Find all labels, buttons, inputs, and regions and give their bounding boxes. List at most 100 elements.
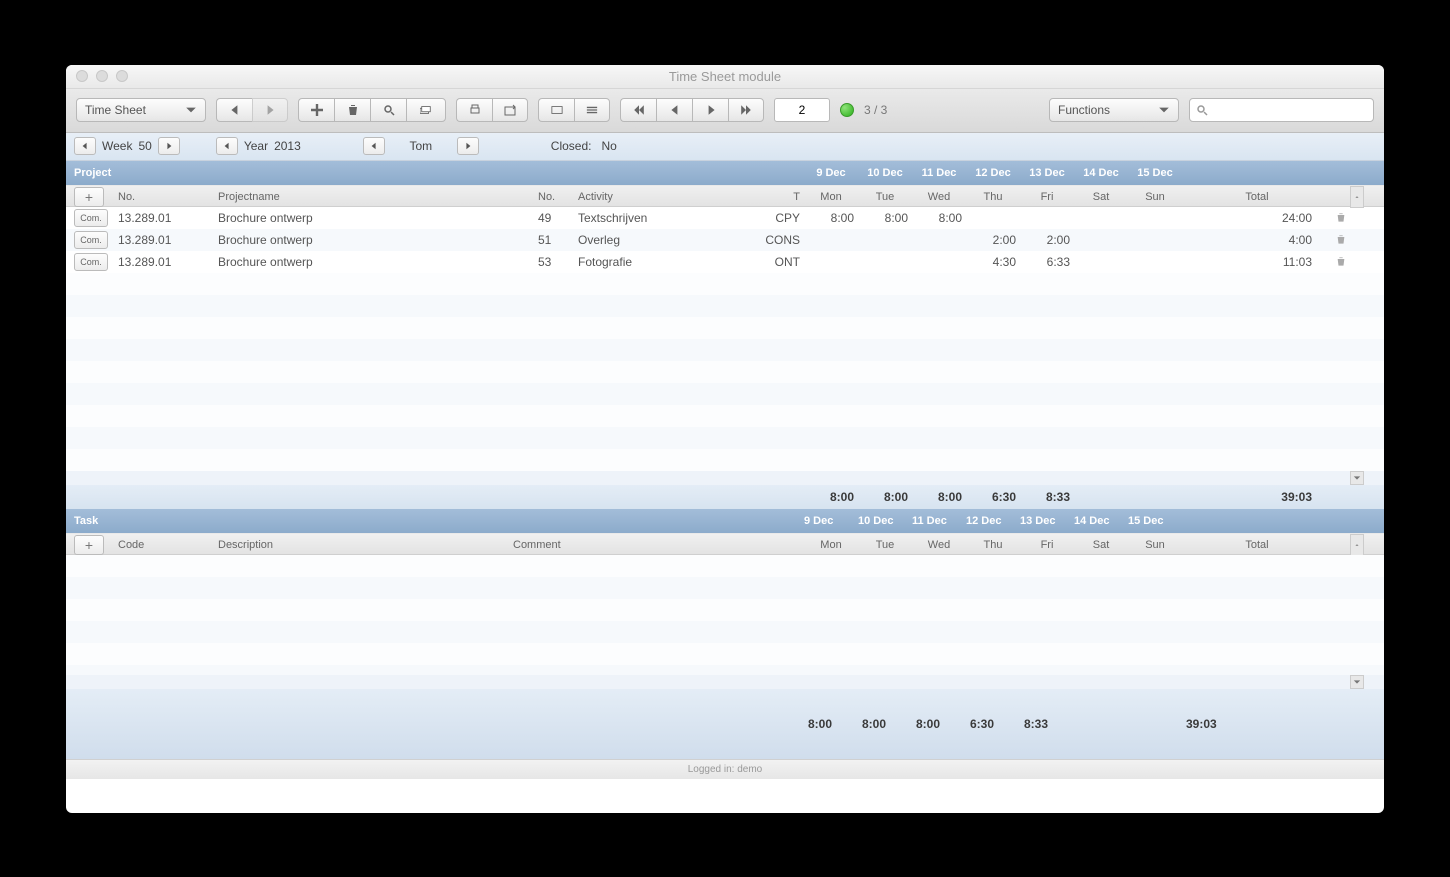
cell-thu[interactable]: 2:00 <box>966 229 1020 251</box>
cell-fri[interactable]: 6:33 <box>1020 251 1074 273</box>
col-day: Fri <box>1020 186 1074 208</box>
view-form-button[interactable] <box>538 98 574 122</box>
cell-total: 24:00 <box>1182 207 1332 229</box>
cell-mon[interactable] <box>804 251 858 273</box>
empty-row <box>66 405 1384 427</box>
date-header: 15 Dec <box>1128 161 1182 185</box>
cell-projectname: Brochure ontwerp <box>214 251 534 273</box>
scroll-up-button[interactable] <box>1350 186 1364 208</box>
quick-search-input[interactable] <box>1212 103 1367 117</box>
total-fri: 8:33 <box>1020 485 1074 509</box>
cell-tue[interactable] <box>858 251 912 273</box>
cell-fri[interactable] <box>1020 207 1074 229</box>
col-day: Mon <box>804 186 858 208</box>
add-task-row-button[interactable]: + <box>74 535 104 555</box>
task-column-header: + Code Description Comment Mon Tue Wed T… <box>66 533 1384 555</box>
gtotal-thu: 6:30 <box>966 689 1020 759</box>
add-project-row-button[interactable]: + <box>74 187 104 207</box>
export-button[interactable] <box>492 98 528 122</box>
cell-no: 13.289.01 <box>114 251 214 273</box>
col-day: Wed <box>912 186 966 208</box>
delete-record-button[interactable] <box>334 98 370 122</box>
col-day: Mon <box>804 534 858 556</box>
col-day: Sun <box>1128 186 1182 208</box>
user-prev-button[interactable] <box>363 137 385 155</box>
nav-forward-button[interactable] <box>252 98 288 122</box>
scroll-down-button[interactable] <box>1350 471 1364 485</box>
cell-t: CONS <box>724 229 804 251</box>
cell-sat[interactable] <box>1074 251 1128 273</box>
cell-thu[interactable] <box>966 207 1020 229</box>
status-text: Logged in: demo <box>688 764 763 775</box>
cell-mon[interactable]: 8:00 <box>804 207 858 229</box>
form-view-icon <box>551 104 563 116</box>
date-header: 13 Dec <box>1020 161 1074 185</box>
delete-row-button[interactable] <box>1332 207 1350 229</box>
triangle-left-icon <box>229 104 241 116</box>
triangle-right-icon <box>464 142 472 150</box>
cell-tue[interactable] <box>858 229 912 251</box>
triangle-left-icon <box>370 142 378 150</box>
layout-dropdown[interactable]: Time Sheet <box>76 98 206 122</box>
empty-row <box>66 555 1384 577</box>
show-all-button[interactable] <box>406 98 446 122</box>
view-list-button[interactable] <box>574 98 610 122</box>
week-prev-button[interactable] <box>74 137 96 155</box>
cell-no2: 49 <box>534 207 574 229</box>
cell-sat[interactable] <box>1074 207 1128 229</box>
year-label: Year <box>244 139 268 153</box>
cell-wed[interactable]: 8:00 <box>912 207 966 229</box>
record-number-input[interactable] <box>774 98 830 122</box>
quick-search[interactable] <box>1189 98 1374 122</box>
functions-dropdown[interactable]: Functions <box>1049 98 1179 122</box>
scroll-up-button[interactable] <box>1350 534 1364 556</box>
comment-button[interactable]: Com. <box>74 253 108 271</box>
cell-tue[interactable]: 8:00 <box>858 207 912 229</box>
trash-icon <box>347 104 359 116</box>
col-day: Sat <box>1074 534 1128 556</box>
table-row[interactable]: Com.13.289.01Brochure ontwerp51OverlegCO… <box>66 229 1384 251</box>
col-no: No. <box>114 186 214 208</box>
date-header: 10 Dec <box>858 161 912 185</box>
cell-wed[interactable] <box>912 251 966 273</box>
nav-back-button[interactable] <box>216 98 252 122</box>
find-button[interactable] <box>370 98 406 122</box>
total-grand: 39:03 <box>1182 485 1332 509</box>
week-next-button[interactable] <box>158 137 180 155</box>
date-header: 10 Dec <box>858 509 912 533</box>
prev-record-button[interactable] <box>656 98 692 122</box>
comment-button[interactable]: Com. <box>74 209 108 227</box>
user-next-button[interactable] <box>457 137 479 155</box>
table-row[interactable]: Com.13.289.01Brochure ontwerp49Textschri… <box>66 207 1384 229</box>
next-record-button[interactable] <box>692 98 728 122</box>
cell-sat[interactable] <box>1074 229 1128 251</box>
last-record-button[interactable] <box>728 98 764 122</box>
trash-icon <box>1336 212 1346 223</box>
chevron-down-icon <box>1353 474 1361 482</box>
empty-row <box>66 643 1384 665</box>
cell-fri[interactable]: 2:00 <box>1020 229 1074 251</box>
delete-row-button[interactable] <box>1332 251 1350 273</box>
new-record-button[interactable] <box>298 98 334 122</box>
cell-wed[interactable] <box>912 229 966 251</box>
cell-sun[interactable] <box>1128 251 1182 273</box>
cell-mon[interactable] <box>804 229 858 251</box>
date-header: 12 Dec <box>966 161 1020 185</box>
empty-row <box>66 599 1384 621</box>
col-day: Thu <box>966 186 1020 208</box>
first-record-button[interactable] <box>620 98 656 122</box>
cell-thu[interactable]: 4:30 <box>966 251 1020 273</box>
year-prev-button[interactable] <box>216 137 238 155</box>
comment-button[interactable]: Com. <box>74 231 108 249</box>
week-value: 50 <box>138 139 151 153</box>
cell-sun[interactable] <box>1128 207 1182 229</box>
layout-dropdown-label: Time Sheet <box>85 103 146 117</box>
print-button[interactable] <box>456 98 492 122</box>
table-row[interactable]: Com.13.289.01Brochure ontwerp53Fotografi… <box>66 251 1384 273</box>
trash-icon <box>1336 234 1346 245</box>
delete-row-button[interactable] <box>1332 229 1350 251</box>
cell-no: 13.289.01 <box>114 207 214 229</box>
gtotal-tue: 8:00 <box>858 689 912 759</box>
cell-sun[interactable] <box>1128 229 1182 251</box>
scroll-down-button[interactable] <box>1350 675 1364 689</box>
